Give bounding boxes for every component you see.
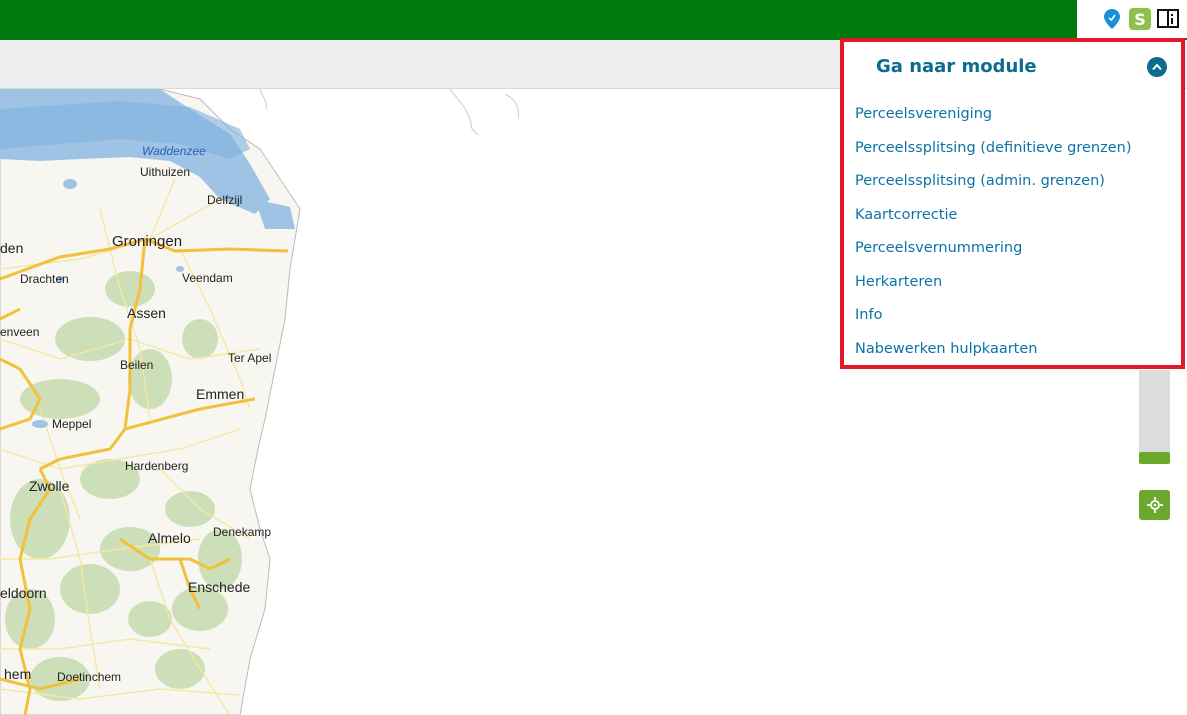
map-place-label: Denekamp xyxy=(213,525,272,539)
map-water-label: Waddenzee xyxy=(142,144,206,158)
map-place-label: hem xyxy=(4,666,32,682)
map-place-label: Doetinchem xyxy=(57,670,122,684)
map-place-label: eldoorn xyxy=(0,585,47,601)
module-link-info[interactable]: Info xyxy=(855,303,1132,337)
s-app-icon[interactable]: S xyxy=(1129,8,1151,30)
app-header-bar: S xyxy=(0,0,1187,40)
module-link-perceelssplitsing-definitief[interactable]: Perceelssplitsing (definitieve grenzen) xyxy=(855,136,1132,170)
map-place-label: Enschede xyxy=(188,579,251,595)
map-place-label: Veendam xyxy=(182,271,233,285)
locate-button[interactable] xyxy=(1139,490,1170,520)
map-place-label: Zwolle xyxy=(29,478,70,494)
crosshair-icon xyxy=(1146,497,1163,513)
map-place-label: Ter Apel xyxy=(228,351,272,365)
module-link-perceelsvernummering[interactable]: Perceelsvernummering xyxy=(855,236,1132,270)
map-place-label: Hardenberg xyxy=(125,459,189,473)
module-link-herkarteren[interactable]: Herkarteren xyxy=(855,270,1132,304)
module-menu-title: Ga naar module xyxy=(876,56,1037,77)
map-place-label: Assen xyxy=(127,305,166,321)
map-place-label: enveen xyxy=(0,325,40,339)
book-info-icon[interactable] xyxy=(1157,8,1179,30)
module-menu-panel: Ga naar module Perceelsvereniging Percee… xyxy=(840,38,1185,369)
map-place-label: Drachten xyxy=(20,272,69,286)
chevron-up-icon[interactable] xyxy=(1147,57,1167,77)
map-place-label: den xyxy=(0,240,24,256)
map-place-label: Almelo xyxy=(148,530,191,546)
map-place-label: Groningen xyxy=(112,233,183,250)
module-link-perceelssplitsing-admin[interactable]: Perceelssplitsing (admin. grenzen) xyxy=(855,169,1132,203)
header-icon-group: S xyxy=(1077,0,1187,38)
zoom-slider-track[interactable] xyxy=(1139,370,1170,458)
zoom-slider-handle[interactable] xyxy=(1139,452,1170,464)
map-place-label: Meppel xyxy=(52,417,92,431)
map-place-label: Delfzijl xyxy=(207,193,243,207)
map-place-label: Uithuizen xyxy=(140,165,191,179)
map-place-label: Emmen xyxy=(196,386,245,402)
map-place-label: Beilen xyxy=(120,358,154,372)
module-link-kaartcorrectie[interactable]: Kaartcorrectie xyxy=(855,203,1132,237)
module-menu-list: Perceelsvereniging Perceelssplitsing (de… xyxy=(855,102,1132,370)
location-pin-icon[interactable] xyxy=(1101,8,1123,30)
module-link-nabewerken-hulpkaarten[interactable]: Nabewerken hulpkaarten xyxy=(855,337,1132,371)
module-menu-header[interactable]: Ga naar module xyxy=(844,42,1181,94)
module-link-perceelsvereniging[interactable]: Perceelsvereniging xyxy=(855,102,1132,136)
